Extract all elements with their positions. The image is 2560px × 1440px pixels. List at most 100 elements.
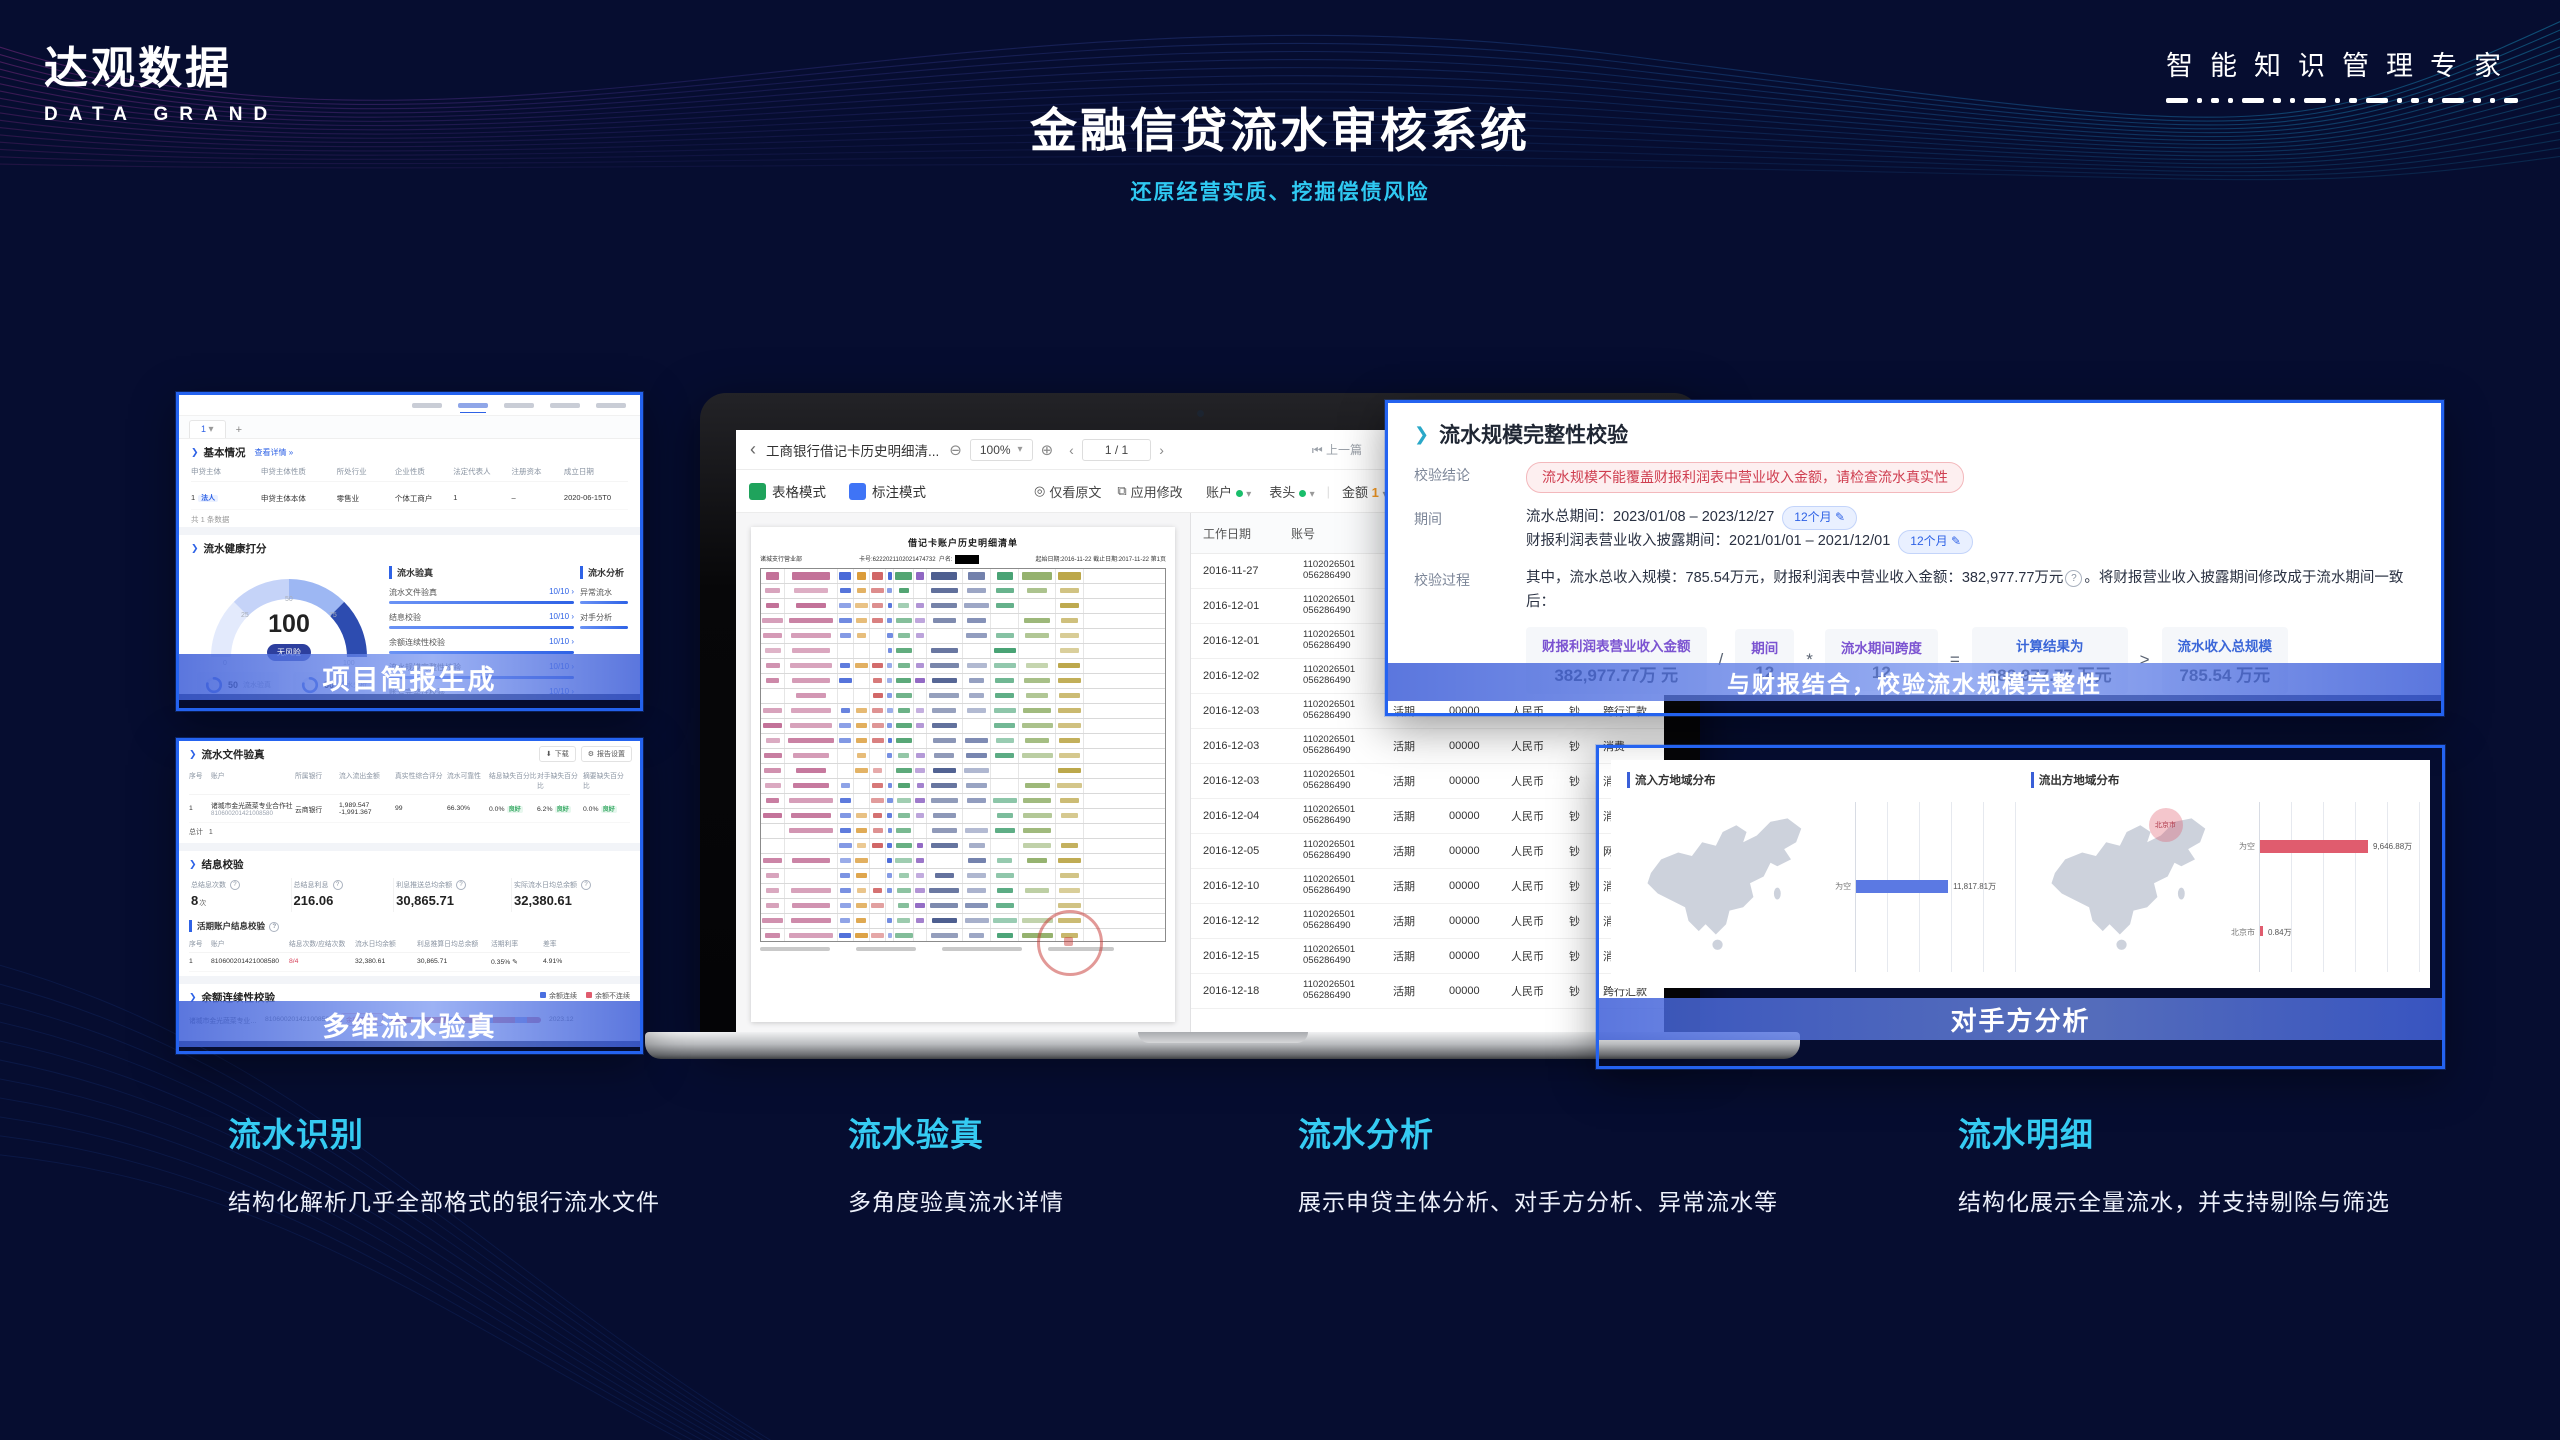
interest-table-row: 1 810600201421008580 8/4 32,380.61 30,86…: [189, 953, 630, 972]
row-count-text: 共 1 条数据: [191, 514, 628, 525]
period-pill1[interactable]: 12个月 ✎: [1782, 506, 1857, 530]
period-label: 期间: [1414, 506, 1526, 529]
report-settings-button[interactable]: ⚙报告设置: [581, 746, 632, 762]
conclusion-pill: 流水规模不能覆盖财报利润表中营业收入金额，请检查流水真实性: [1526, 462, 1964, 493]
outflow-bars: 为空 9,646.88万 北京市 0.84万: [2259, 802, 2420, 972]
feature-row: 流水识别 结构化解析几乎全部格式的银行流水文件 流水验真 多角度验真流水详情 流…: [0, 1108, 2560, 1248]
prev-page-icon[interactable]: ‹: [1069, 442, 1074, 458]
info-icon: ?: [230, 880, 240, 890]
caption-scale-check: 与财报结合，校验流水规模完整性: [1388, 663, 2441, 701]
good-badge: 良好: [507, 806, 523, 813]
next-page-icon[interactable]: ›: [1159, 442, 1164, 458]
outflow-bar-beijing[interactable]: 北京市 0.84万: [2260, 926, 2263, 936]
view-details-link[interactable]: 查看详情 »: [255, 447, 294, 458]
legend-bad-icon: [586, 992, 592, 998]
info-icon[interactable]: ?: [2065, 570, 2082, 587]
subject-tab[interactable]: 1 ▾: [189, 420, 226, 438]
zoom-out-icon[interactable]: ⊖: [949, 441, 962, 459]
feature-item: 流水明细 结构化展示全量流水，并支持剔除与筛选: [1958, 1108, 2390, 1217]
doc-name: 工商银行借记卡历史明细清...: [766, 440, 939, 460]
verify-screenshot: ❯ 流水文件验真 ⬇下载 ⚙报告设置 序号账户所属银行流入流出金额真实性综合评分…: [179, 741, 640, 1041]
laptop-notch: [1138, 1032, 1308, 1043]
analysis-column-clipped: 流水分析 异常流水 对手分析: [580, 566, 628, 637]
mini-nav-decoration: [179, 395, 640, 416]
back-icon[interactable]: ‹: [750, 439, 756, 460]
prev-doc-button[interactable]: ⏮ 上一篇: [1312, 441, 1362, 458]
stat-card: 总结息次数 ? 8次: [189, 878, 292, 912]
panel-multi-verify: ❯ 流水文件验真 ⬇下载 ⚙报告设置 序号账户所属银行流入流出金额真实性综合评分…: [176, 738, 643, 1054]
table-row[interactable]: 2016-12-05 1102026501056286490 活期 00000 …: [1191, 834, 1664, 869]
feature-title: 流水验真: [848, 1108, 1064, 1156]
table-row[interactable]: 2016-12-12 1102026501056286490 活期 00000 …: [1191, 904, 1664, 939]
filter-account[interactable]: 账户 ▾: [1206, 482, 1251, 501]
period-line1: 流水总期间：2023/01/08 – 2023/12/27: [1526, 509, 1774, 525]
legal-person-badge: 法人: [198, 495, 218, 502]
process-label: 校验过程: [1414, 567, 1526, 590]
caption-verify: 多维流水验真: [179, 1001, 640, 1047]
gauge-tick: 50: [285, 596, 293, 603]
scale-check-title: 流水规模完整性校验: [1439, 419, 1628, 449]
inflow-region-chart: 流入方地域分布 为空 11,817.81万: [1627, 772, 2020, 980]
table-mode-button[interactable]: 表格模式: [749, 481, 826, 501]
check-item[interactable]: 流水文件验真 10/10 ›: [389, 587, 574, 604]
redaction-box: [955, 555, 979, 564]
zoom-level: 100%: [980, 443, 1011, 457]
statement-grid-decoration: [760, 568, 1166, 942]
checks-column-title: 流水验真: [389, 566, 574, 579]
table-row[interactable]: 2016-12-10 1102026501056286490 活期 00000 …: [1191, 869, 1664, 904]
feature-title: 流水识别: [228, 1108, 660, 1156]
table-row[interactable]: 2016-12-03 1102026501056286490 活期 00000 …: [1191, 729, 1664, 764]
annotate-mode-button[interactable]: 标注模式: [849, 481, 926, 501]
edit-icon[interactable]: ✎: [512, 959, 518, 966]
caret-icon: ❯: [189, 859, 197, 870]
download-button[interactable]: ⬇下载: [539, 746, 576, 762]
page-indicator: 1 / 1: [1082, 439, 1151, 461]
apply-changes-icon: ⧉: [1117, 483, 1126, 499]
view-original-button[interactable]: ◎ 仅看原文: [1034, 482, 1101, 501]
beijing-label: 北京市: [2155, 820, 2176, 830]
caret-icon: ❯: [191, 543, 199, 554]
table-row[interactable]: 2016-12-03 1102026501056286490 活期 00000 …: [1191, 764, 1664, 799]
feature-desc: 结构化展示全量流水，并支持剔除与筛选: [1958, 1183, 2390, 1217]
check-item[interactable]: 结息校验 10/10 ›: [389, 612, 574, 629]
red-stamp-icon: [1037, 910, 1103, 976]
period-pill2[interactable]: 12个月 ✎: [1898, 530, 1973, 554]
table-row[interactable]: 2016-12-04 1102026501056286490 活期 00000 …: [1191, 799, 1664, 834]
filter-amount[interactable]: 金额 1 ▾: [1342, 482, 1388, 501]
brand-tagline-text: 智能知识管理专家: [2166, 44, 2518, 83]
score-section-title: 流水健康打分: [204, 541, 267, 556]
gear-icon: ⚙: [588, 750, 594, 758]
zoom-in-icon[interactable]: ⊕: [1041, 441, 1054, 459]
outflow-bar-empty[interactable]: 为空 9,646.88万: [2260, 840, 2368, 853]
table-row[interactable]: 2016-12-18 1102026501056286490 活期 00000 …: [1191, 974, 1664, 1009]
caption-report: 项目简报生成: [179, 654, 640, 700]
download-icon: ⬇: [546, 750, 552, 758]
prev-doc-icon: ⏮: [1312, 443, 1323, 457]
interest-check-title: 结息校验: [202, 857, 244, 872]
inflow-bar[interactable]: 为空 11,817.81万: [1856, 880, 1948, 893]
file-verify-title: 流水文件验真: [202, 747, 265, 762]
check-item[interactable]: 余额连续性校验 10/10 ›: [389, 637, 574, 654]
scanned-doc-pane: 借记卡账户历史明细清单 诸城支行营业部 卡号:62220211020214747…: [736, 513, 1191, 1032]
table-row[interactable]: 2016-12-15 1102026501056286490 活期 00000 …: [1191, 939, 1664, 974]
scanned-bank-statement: 借记卡账户历史明细清单 诸城支行营业部 卡号:62220211020214747…: [751, 527, 1175, 1022]
feature-item: 流水分析 展示申贷主体分析、对手方分析、异常流水等: [1298, 1108, 1778, 1217]
info-icon: ?: [581, 880, 591, 890]
apply-changes-button[interactable]: ⧉ 应用修改: [1117, 482, 1182, 501]
filter-header[interactable]: 表头 ▾: [1269, 482, 1314, 501]
good-badge: 良好: [555, 806, 571, 813]
balance-legend: 余额连续 余额不连续: [540, 991, 630, 1001]
brand-logo-cn: 达观数据: [44, 32, 278, 96]
current-account-check-title: 活期账户结息校验 ?: [189, 920, 630, 932]
china-map-icon: [1627, 806, 1832, 964]
zoom-level-select[interactable]: 100% ▾: [970, 439, 1033, 461]
feature-item: 流水识别 结构化解析几乎全部格式的银行流水文件: [228, 1108, 660, 1217]
legend-ok-icon: [540, 992, 546, 998]
basic-info-title: 基本情况: [204, 445, 246, 460]
stat-card: 总结息利息 ? 216.06: [292, 878, 395, 912]
page-subtitle: 还原经营实质、挖掘偿债风险: [0, 176, 2560, 206]
add-tab-button[interactable]: +: [228, 422, 250, 438]
statement-card: 卡号:6222021102021474732 户名:: [859, 554, 979, 564]
statement-footer-decoration: [760, 947, 1166, 951]
caret-icon: ❯: [1414, 424, 1429, 445]
